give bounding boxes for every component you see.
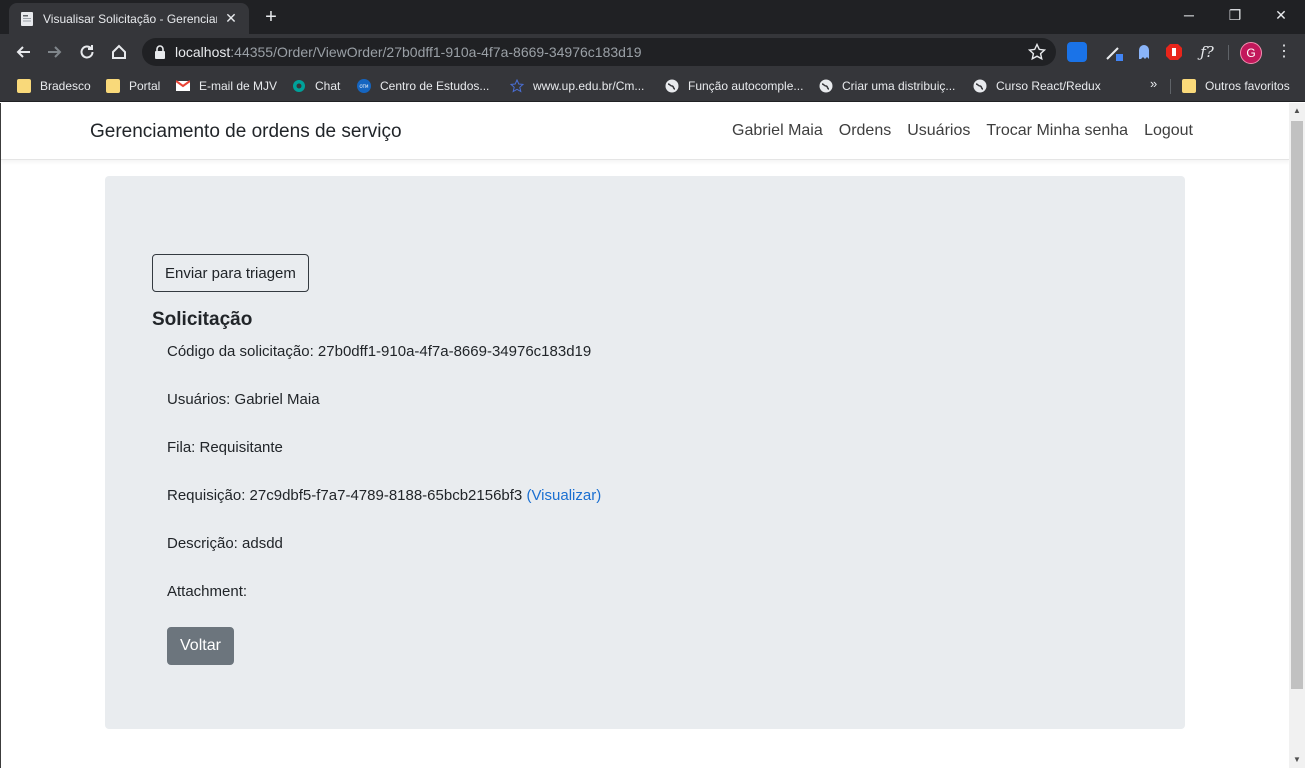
profile-avatar[interactable]: G — [1240, 42, 1262, 64]
order-panel: Enviar para triagem Solicitação Código d… — [105, 176, 1185, 729]
bookmarks-overflow-button[interactable]: » — [1150, 76, 1157, 91]
order-description: Descrição: adsdd — [167, 535, 283, 552]
order-requisition: Requisição: 27c9dbf5-f7a7-4789-8188-65bc… — [167, 487, 601, 504]
reload-icon[interactable] — [75, 40, 99, 64]
order-users: Usuários: Gabriel Maia — [167, 391, 320, 408]
document-icon — [21, 11, 33, 26]
scroll-thumb[interactable] — [1291, 121, 1303, 689]
gmail-icon — [176, 80, 190, 91]
close-window-icon[interactable]: ✕ — [1258, 4, 1304, 26]
lock-icon — [155, 45, 165, 59]
bookmark-label: Curso React/Redux — [996, 79, 1101, 93]
order-attachment: Attachment: — [167, 583, 248, 600]
globe-icon — [665, 79, 679, 93]
order-code: Código da solicitação: 27b0dff1-910a-4f7… — [167, 343, 592, 360]
bookmark-star-icon[interactable] — [1028, 43, 1046, 61]
page-scrollbar[interactable]: ▲ ▼ — [1289, 103, 1305, 768]
bookmark-label: Criar uma distribuiç... — [842, 79, 956, 93]
bookmark-funcao-autocomple[interactable]: Função autocomple... — [665, 76, 803, 96]
view-requisition-link[interactable]: (Visualizar) — [526, 487, 601, 504]
bookmark-label: Outros favoritos — [1205, 79, 1290, 93]
restore-icon[interactable]: ❐ — [1212, 4, 1258, 26]
browser-titlebar: Visualisar Solicitação - Gerenciamento d… — [0, 0, 1305, 34]
extension-formula-icon[interactable]: ƒ? — [1197, 42, 1217, 62]
folder-icon — [106, 79, 120, 93]
bookmark-label: www.up.edu.br/Cm... — [533, 79, 645, 93]
bookmark-label: Centro de Estudos... — [380, 79, 490, 93]
back-button[interactable]: Voltar — [167, 627, 234, 665]
bookmark-email-mjv[interactable]: E-mail de MJV — [176, 76, 277, 96]
back-arrow-icon[interactable] — [11, 40, 35, 64]
globe-icon — [819, 79, 833, 93]
bookmark-label: Portal — [129, 79, 161, 93]
otm-icon: OTM — [357, 79, 371, 93]
extension-adblock-icon[interactable] — [1164, 42, 1184, 62]
nav-trocar-senha[interactable]: Trocar Minha senha — [986, 122, 1128, 140]
tab-title: Visualisar Solicitação - Gerenciamento d… — [43, 11, 217, 26]
chat-icon — [293, 80, 305, 92]
section-title: Solicitação — [152, 309, 253, 330]
bookmarks-separator — [1170, 79, 1171, 94]
url-host: localhost — [175, 44, 231, 60]
browser-toolbar: localhost:44355/Order/ViewOrder/27b0dff1… — [0, 34, 1305, 70]
bookmark-label: Bradesco — [40, 79, 91, 93]
home-icon[interactable] — [107, 40, 131, 64]
site-brand[interactable]: Gerenciamento de ordens de serviço — [90, 121, 402, 143]
send-to-triage-button[interactable]: Enviar para triagem — [152, 254, 309, 292]
nav-user-name[interactable]: Gabriel Maia — [732, 122, 823, 140]
minimize-icon[interactable]: ─ — [1166, 4, 1212, 26]
bookmark-centro-estudos[interactable]: OTM Centro de Estudos... — [357, 76, 489, 96]
extension-ghost-icon[interactable] — [1134, 42, 1154, 62]
bookmark-label: Função autocomple... — [688, 79, 804, 93]
page-content: Gerenciamento de ordens de serviço Gabri… — [0, 103, 1289, 768]
bookmark-label: Chat — [315, 79, 341, 93]
menu-dots-icon[interactable]: ⋮ — [1276, 43, 1292, 61]
new-tab-button[interactable]: + — [260, 6, 282, 29]
bookmarks-bar: Bradesco Portal E-mail de MJV Chat OTM Ce… — [0, 70, 1305, 102]
bookmark-outros-favoritos[interactable]: Outros favoritos — [1182, 76, 1290, 96]
site-navbar: Gerenciamento de ordens de serviço Gabri… — [1, 103, 1289, 160]
browser-tab[interactable]: Visualisar Solicitação - Gerenciamento d… — [9, 3, 249, 34]
bookmark-curso-react[interactable]: Curso React/Redux — [973, 76, 1101, 96]
toolbar-separator — [1228, 45, 1229, 60]
order-queue: Fila: Requisitante — [167, 439, 283, 456]
bookmark-criar-distribuicao[interactable]: Criar uma distribuiç... — [819, 76, 955, 96]
extension-pen-icon[interactable] — [1104, 42, 1124, 62]
requisition-text: Requisição: 27c9dbf5-f7a7-4789-8188-65bc… — [167, 487, 523, 504]
bookmark-label: E-mail de MJV — [199, 79, 278, 93]
nav-logout[interactable]: Logout — [1144, 122, 1193, 140]
extension-new-icon[interactable] — [1067, 42, 1087, 62]
globe-icon — [973, 79, 987, 93]
nav-links: Gabriel Maia Ordens Usuários Trocar Minh… — [732, 122, 1193, 140]
folder-icon — [1182, 79, 1196, 93]
forward-arrow-icon[interactable] — [43, 40, 67, 64]
nav-ordens[interactable]: Ordens — [839, 122, 891, 140]
bookmark-up-edu[interactable]: www.up.edu.br/Cm... — [510, 76, 644, 96]
bookmark-chat[interactable]: Chat — [292, 76, 340, 96]
scroll-down-arrow-icon[interactable]: ▼ — [1289, 752, 1305, 768]
bookmark-portal[interactable]: Portal — [106, 76, 160, 96]
close-tab-icon[interactable]: ✕ — [223, 10, 239, 27]
bookmark-bradesco[interactable]: Bradesco — [17, 76, 91, 96]
svg-text:OTM: OTM — [359, 84, 369, 89]
url-path: :44355/Order/ViewOrder/27b0dff1-910a-4f7… — [230, 44, 642, 60]
scroll-up-arrow-icon[interactable]: ▲ — [1289, 103, 1305, 119]
address-bar[interactable]: localhost:44355/Order/ViewOrder/27b0dff1… — [142, 38, 1056, 66]
folder-icon — [17, 79, 31, 93]
star-icon — [510, 79, 524, 93]
nav-usuarios[interactable]: Usuários — [907, 122, 970, 140]
